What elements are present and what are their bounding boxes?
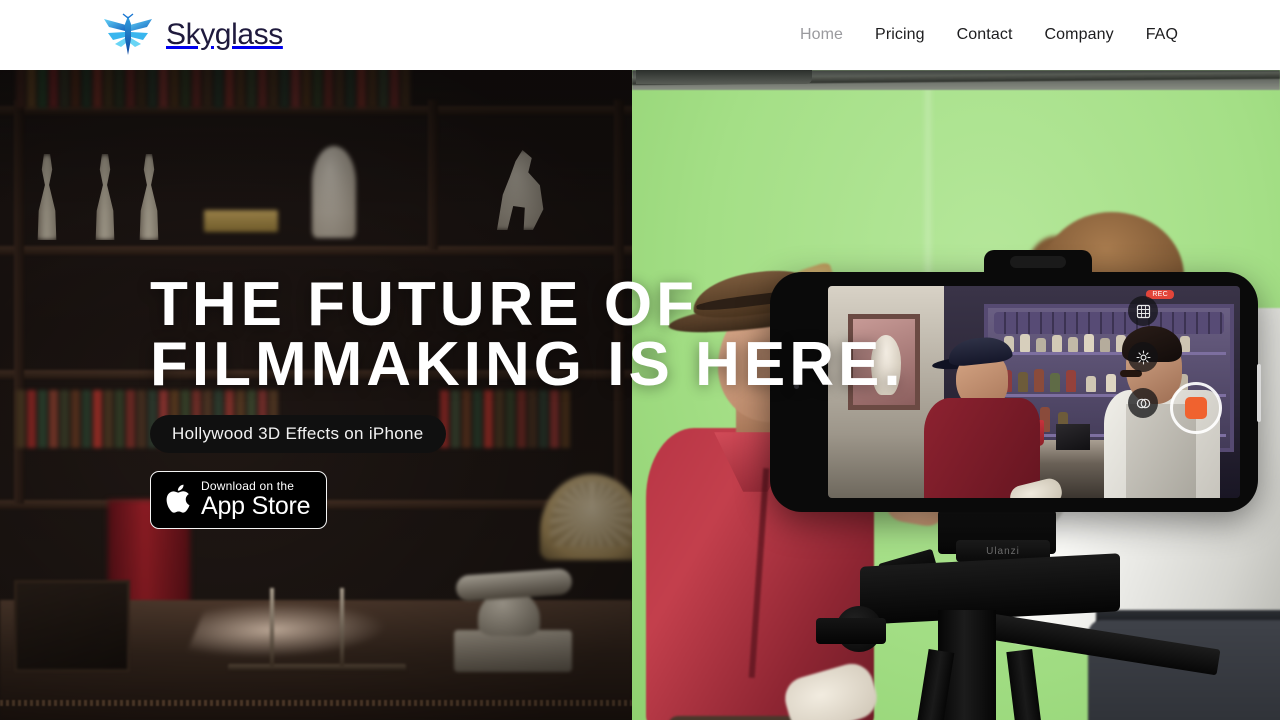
grid-icon[interactable] [1128, 296, 1158, 326]
dragonfly-logo-icon [104, 13, 152, 55]
phone-mount-clamp [984, 250, 1092, 284]
apple-logo-icon [166, 484, 190, 513]
brand-name: Skyglass [166, 18, 283, 51]
backdrop-seam [922, 70, 934, 280]
site-header: Skyglass Home Pricing Contact Company FA… [0, 0, 1280, 70]
composited-black-box [1056, 424, 1090, 450]
filter-icon[interactable] [1128, 388, 1158, 418]
app-store-big-label: App Store [201, 492, 311, 520]
ceiling-light-fixture [636, 70, 812, 84]
app-store-small-label: Download on the [201, 479, 295, 493]
hero-badge: Hollywood 3D Effects on iPhone [150, 415, 446, 453]
hero-section: REC Ulanzi THE FUTURE OF FILMMAKING IS H… [0, 70, 1280, 720]
tripod-rig: Ulanzi [816, 510, 1221, 720]
nav-item-pricing[interactable]: Pricing [859, 20, 941, 50]
nav-item-faq[interactable]: FAQ [1130, 20, 1194, 50]
main-navigation: Home Pricing Contact Company FAQ [784, 20, 1194, 50]
nav-item-company[interactable]: Company [1029, 20, 1130, 50]
camera-controls-rail [1128, 296, 1162, 488]
app-store-button[interactable]: Download on the App Store [150, 471, 328, 529]
record-button-core [1185, 397, 1207, 419]
nav-item-home[interactable]: Home [784, 20, 859, 50]
hero-copy: THE FUTURE OF FILMMAKING IS HERE. Hollyw… [150, 270, 970, 529]
settings-icon[interactable] [1128, 342, 1158, 372]
nav-item-contact[interactable]: Contact [941, 20, 1029, 50]
brand-logo-link[interactable]: Skyglass [100, 13, 283, 57]
phone-power-button[interactable] [1257, 364, 1261, 422]
hero-headline: THE FUTURE OF FILMMAKING IS HERE. [150, 270, 905, 399]
record-button[interactable] [1170, 382, 1222, 434]
